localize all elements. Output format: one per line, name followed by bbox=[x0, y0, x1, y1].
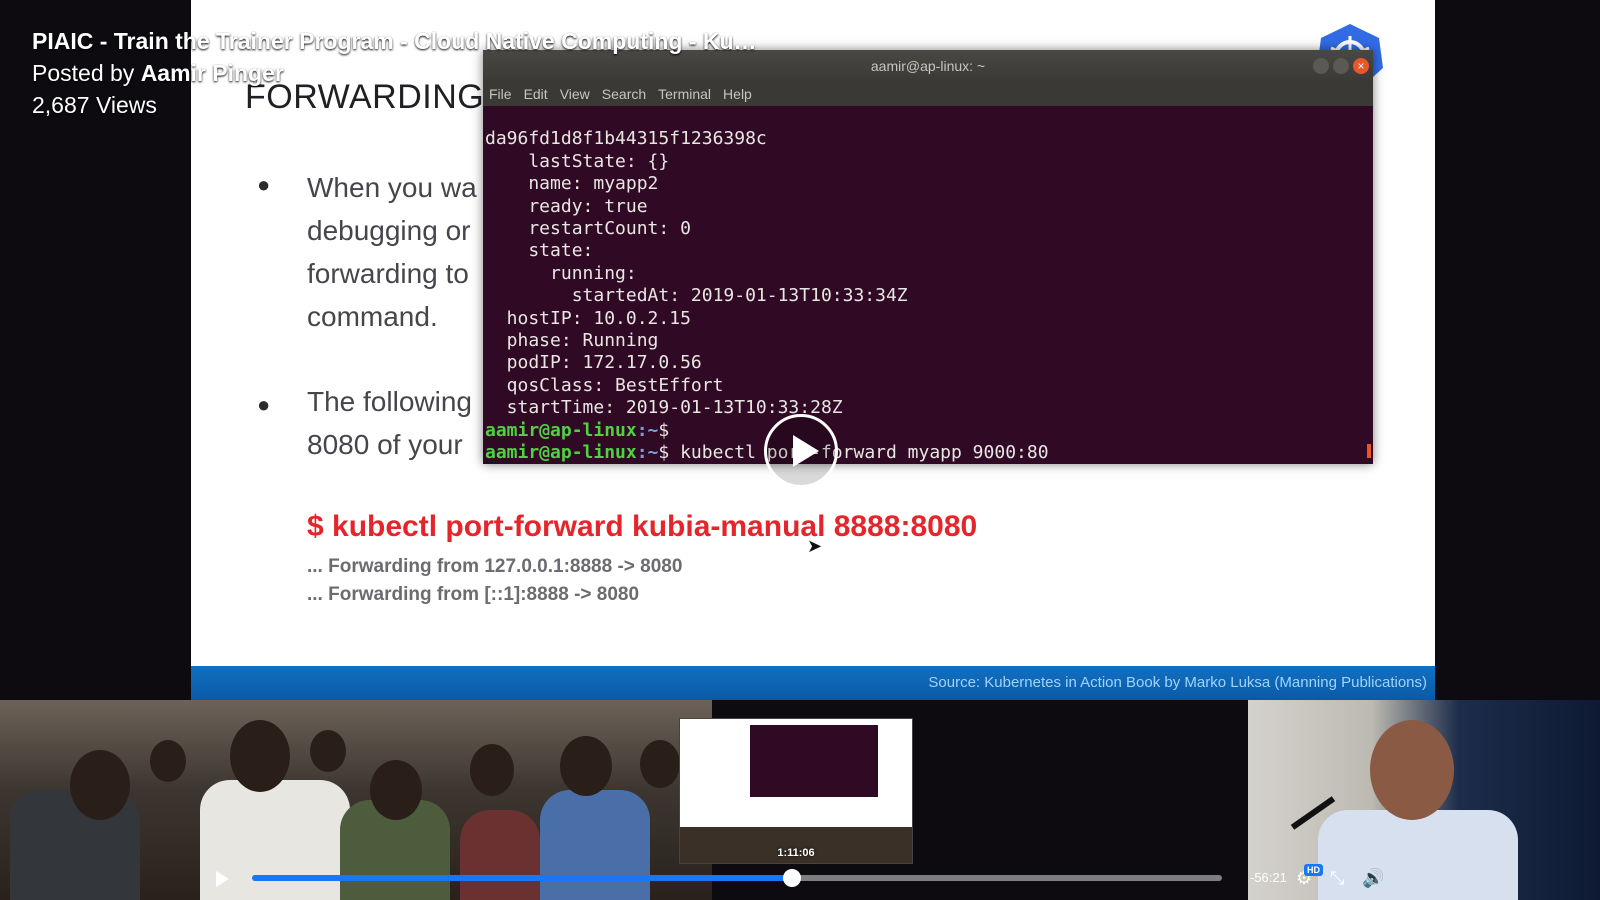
terminal-line: phase: Running bbox=[485, 330, 659, 352]
terminal-line: da96fd1d8f1b44315f1236398c bbox=[485, 128, 767, 150]
speaker-head bbox=[1370, 720, 1454, 820]
progress-handle[interactable] bbox=[783, 869, 802, 887]
terminal-line: ready: true bbox=[485, 195, 648, 217]
view-count: 2,687 Views bbox=[32, 92, 157, 118]
bullet-dot-icon: ● bbox=[257, 392, 271, 417]
audience-camera-feed bbox=[0, 700, 712, 900]
terminal-line: podIP: 172.17.0.56 bbox=[485, 352, 702, 374]
terminal-line: restartCount: 0 bbox=[485, 218, 691, 240]
prompt-user: aamir@ap-linux bbox=[485, 419, 637, 441]
slide-forward-line-1: ... Forwarding from 127.0.0.1:8888 -> 80… bbox=[307, 556, 683, 577]
terminal-line: name: myapp2 bbox=[485, 173, 659, 195]
slide-forward-line-2: ... Forwarding from [::1]:8888 -> 8080 bbox=[307, 584, 640, 605]
big-play-button[interactable] bbox=[764, 414, 838, 488]
person-head bbox=[70, 750, 130, 820]
prompt-user: aamir@ap-linux bbox=[485, 442, 637, 464]
terminal-line: startTime: 2019-01-13T10:33:28Z bbox=[485, 397, 843, 419]
bullet-dot-icon: ● bbox=[257, 172, 271, 197]
slide-command: $ kubectl port-forward kubia-manual 8888… bbox=[307, 510, 978, 543]
person-head bbox=[310, 730, 346, 772]
bullet-line: command. bbox=[307, 301, 438, 332]
exit-fullscreen-icon[interactable]: ⤡ bbox=[1330, 868, 1344, 889]
close-icon[interactable]: × bbox=[1353, 58, 1369, 74]
bullet-line: 8080 of your bbox=[307, 429, 463, 460]
person-shape bbox=[460, 810, 540, 900]
person-head bbox=[560, 736, 612, 796]
person-shape bbox=[540, 790, 650, 900]
seek-preview-thumbnail: 1:11:06 bbox=[679, 718, 913, 864]
posted-prefix: Posted by bbox=[32, 60, 135, 86]
person-head bbox=[370, 760, 422, 820]
terminal-line: lastState: {} bbox=[485, 150, 670, 172]
maximize-icon[interactable] bbox=[1333, 58, 1349, 74]
bullet-line: The following bbox=[307, 386, 472, 417]
author-link[interactable]: Aamir Pinger bbox=[141, 60, 284, 86]
thumbnail-terminal bbox=[750, 725, 878, 797]
terminal-line: qosClass: BestEffort bbox=[485, 374, 724, 396]
terminal-output: da96fd1d8f1b44315f1236398c lastState: {}… bbox=[485, 106, 1049, 465]
video-info-overlay: PIAIC - Train the Trainer Program - Clou… bbox=[32, 28, 757, 119]
posted-by: Posted by Aamir Pinger bbox=[32, 60, 757, 87]
speaker-body bbox=[1318, 810, 1518, 900]
progress-bar-fill bbox=[252, 875, 793, 881]
bullet-line: debugging or bbox=[307, 215, 471, 246]
prompt-path: :~ bbox=[636, 442, 659, 464]
hd-badge: HD bbox=[1304, 864, 1323, 876]
terminal-line: state: bbox=[485, 240, 594, 262]
bullet-line: forwarding to bbox=[307, 258, 469, 289]
terminal-line: running: bbox=[485, 262, 637, 284]
thumbnail-time: 1:11:06 bbox=[777, 847, 815, 859]
slide-source: Source: Kubernetes in Action Book by Mar… bbox=[928, 674, 1427, 691]
person-head bbox=[470, 744, 514, 796]
prompt-symbol: $ bbox=[658, 419, 670, 441]
slide-bullet-2: The following 8080 of your bbox=[307, 380, 472, 466]
minimize-icon[interactable] bbox=[1313, 58, 1329, 74]
prompt-symbol: $ bbox=[658, 442, 670, 464]
prompt-path: :~ bbox=[636, 419, 659, 441]
volume-icon[interactable]: 🔊 bbox=[1362, 868, 1384, 889]
video-title[interactable]: PIAIC - Train the Trainer Program - Clou… bbox=[32, 28, 757, 55]
play-icon[interactable] bbox=[216, 871, 229, 887]
terminal-line: startedAt: 2019-01-13T10:33:34Z bbox=[485, 285, 908, 307]
play-icon bbox=[793, 435, 819, 467]
terminal-line: hostIP: 10.0.2.15 bbox=[485, 307, 691, 329]
mouse-pointer-icon: ➤ bbox=[807, 536, 823, 556]
slide-bullet-1: When you wa debugging or forwarding to c… bbox=[307, 166, 477, 338]
terminal-cursor bbox=[1367, 444, 1371, 458]
person-head bbox=[640, 740, 680, 788]
slide-footer: Source: Kubernetes in Action Book by Mar… bbox=[191, 666, 1435, 700]
remaining-time: -56:21 bbox=[1250, 870, 1287, 885]
bullet-line: When you wa bbox=[307, 172, 477, 203]
person-head bbox=[150, 740, 186, 782]
terminal-command: kubectl port-forward myapp 9000:80 bbox=[669, 442, 1049, 464]
person-head bbox=[230, 720, 290, 792]
